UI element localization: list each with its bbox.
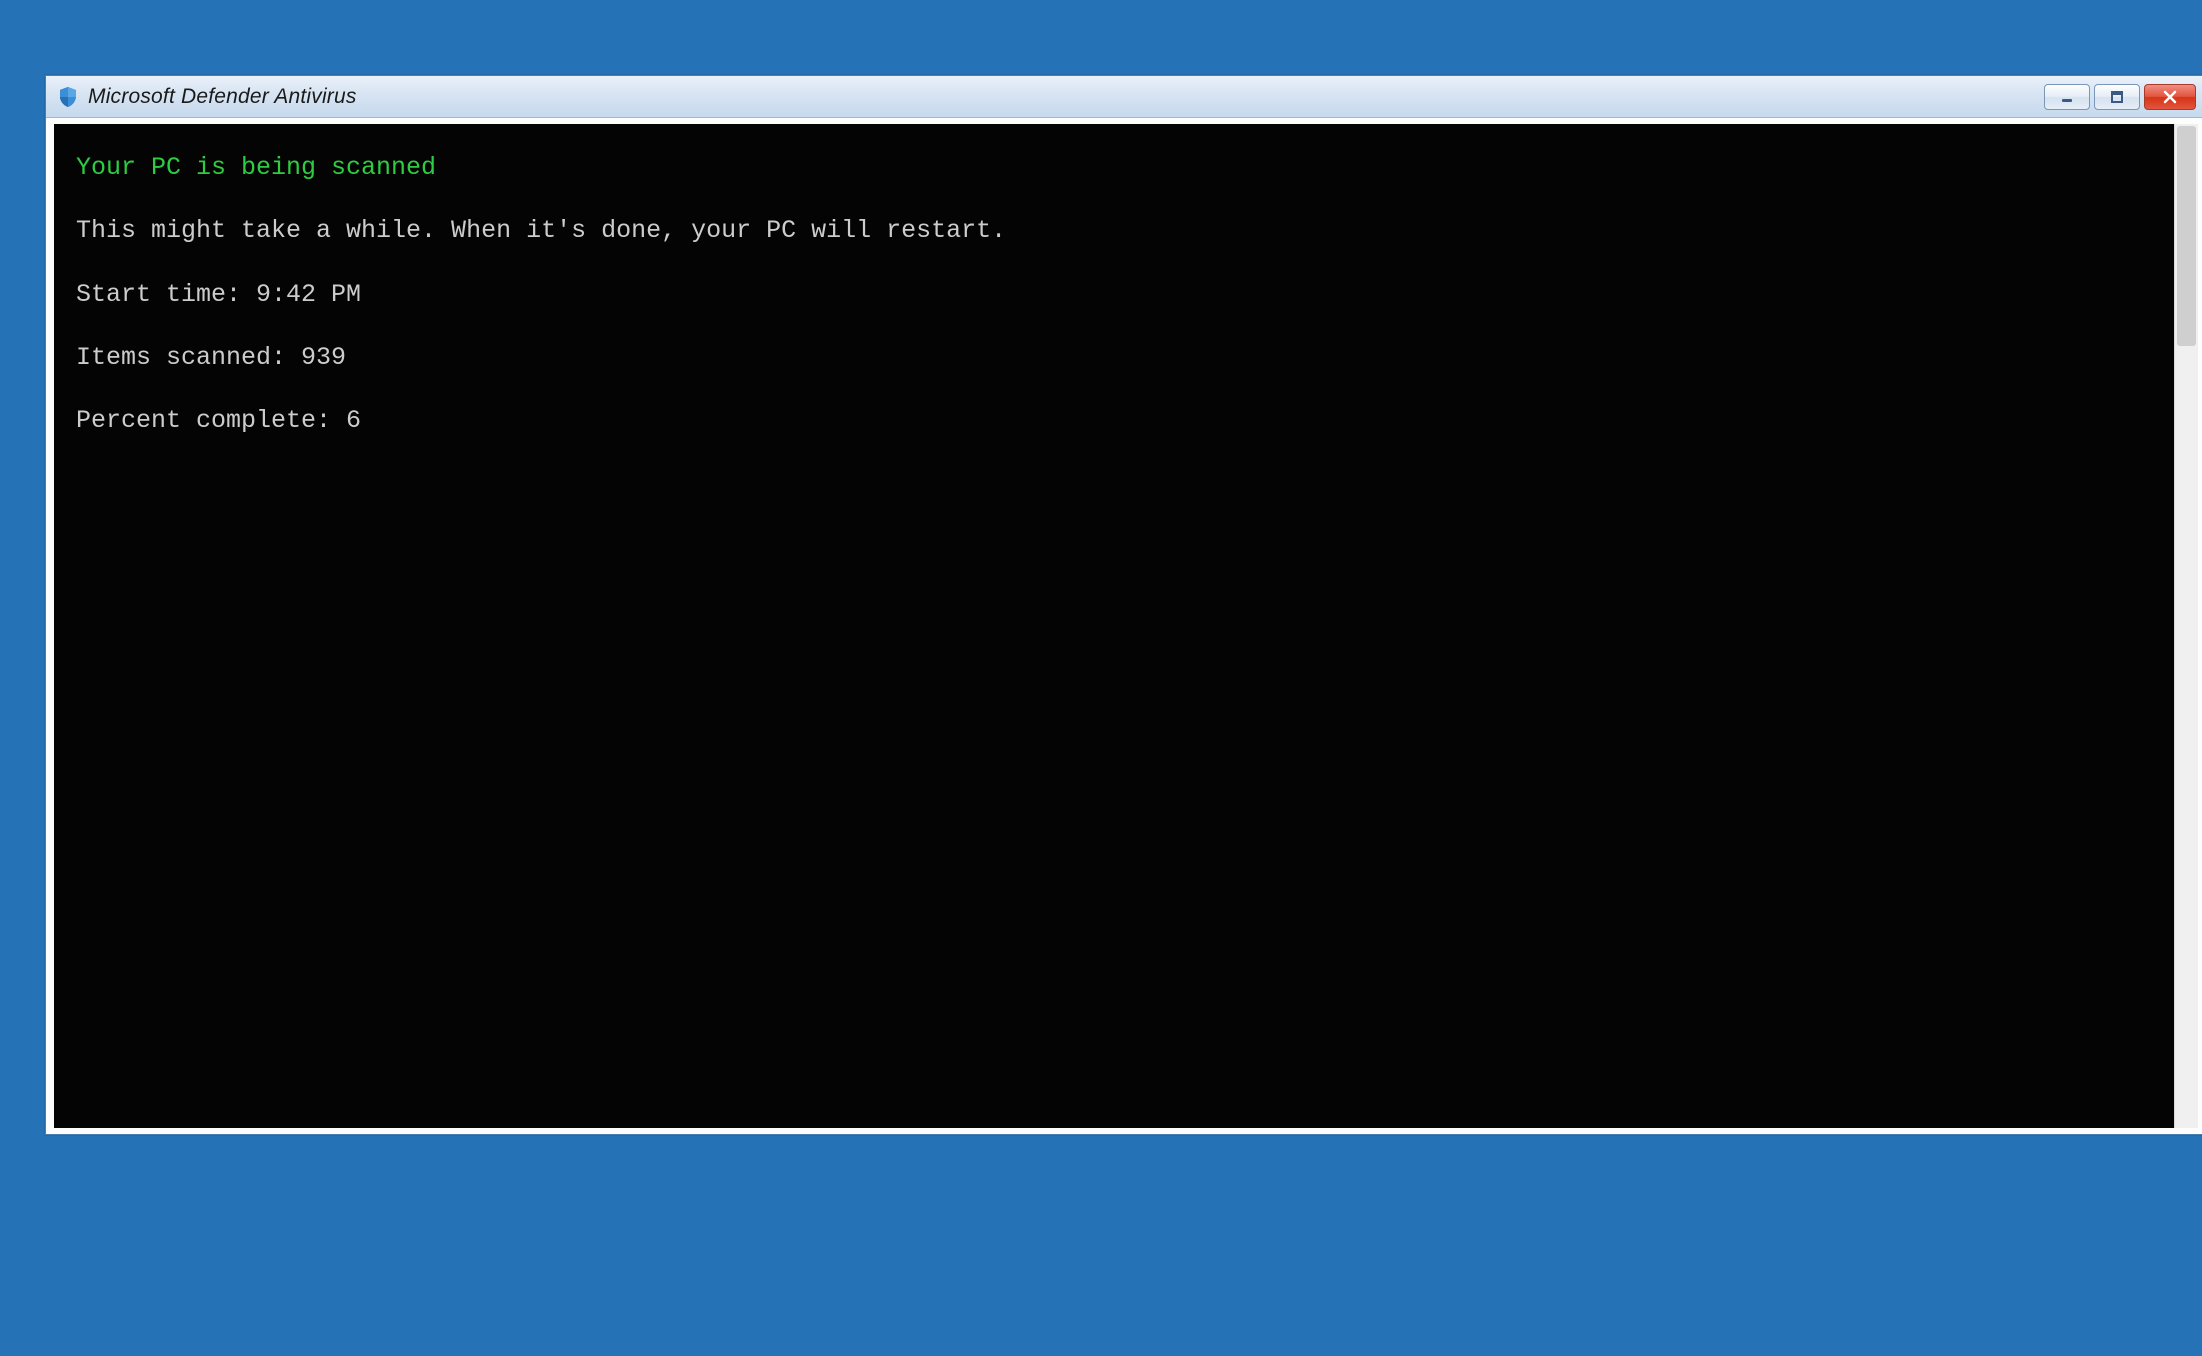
maximize-icon [2110,90,2124,104]
window-controls [2044,84,2196,110]
console-container: Your PC is being scanned This might take… [46,118,2202,1134]
app-window: Microsoft Defender Antivirus Y [45,75,2202,1135]
console-output: Your PC is being scanned This might take… [54,124,2174,1128]
percent-complete-line: Percent complete: 6 [76,405,2152,436]
start-time-label: Start time: [76,280,256,309]
defender-shield-icon [56,85,80,109]
minimize-icon [2060,90,2074,104]
close-icon [2162,90,2178,104]
scan-message: This might take a while. When it's done,… [76,215,2152,246]
minimize-button[interactable] [2044,84,2090,110]
titlebar[interactable]: Microsoft Defender Antivirus [46,76,2202,118]
maximize-button[interactable] [2094,84,2140,110]
vertical-scrollbar[interactable] [2174,124,2198,1128]
window-title: Microsoft Defender Antivirus [88,85,2036,109]
start-time-line: Start time: 9:42 PM [76,279,2152,310]
items-scanned-line: Items scanned: 939 [76,342,2152,373]
percent-complete-value: 6 [346,406,361,435]
close-button[interactable] [2144,84,2196,110]
items-scanned-label: Items scanned: [76,343,301,372]
start-time-value: 9:42 PM [256,280,361,309]
scan-heading: Your PC is being scanned [76,152,2152,183]
percent-complete-label: Percent complete: [76,406,346,435]
items-scanned-value: 939 [301,343,346,372]
scrollbar-thumb[interactable] [2177,126,2196,346]
